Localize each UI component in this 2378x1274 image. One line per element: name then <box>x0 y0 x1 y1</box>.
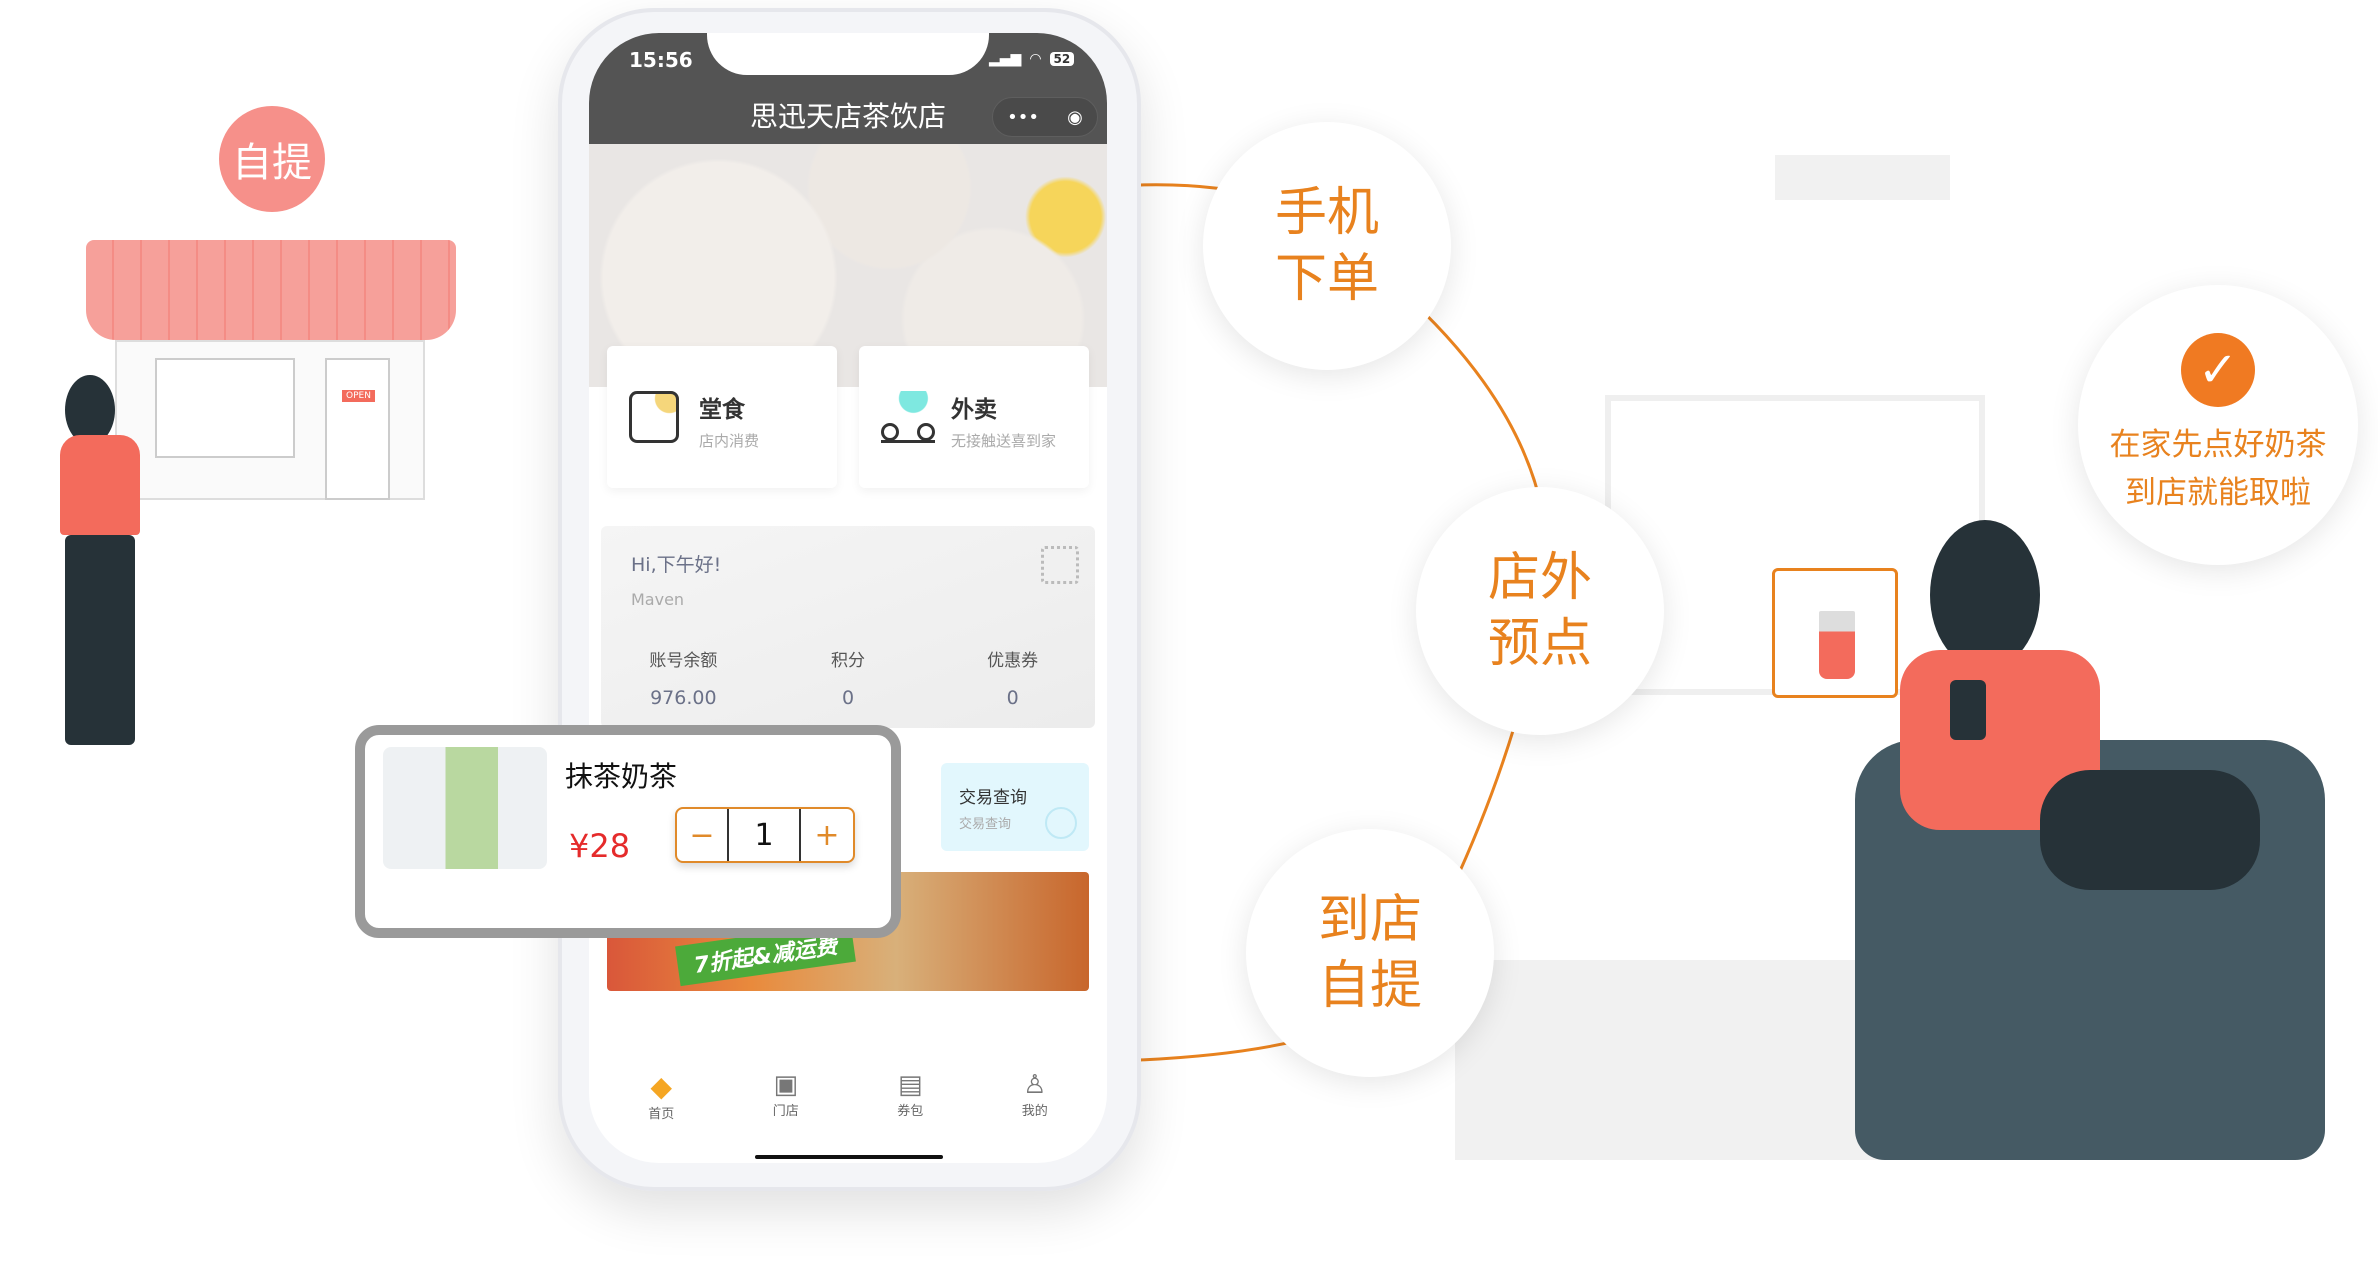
step-label: 到店 自提 <box>1317 890 1422 1016</box>
increment-button[interactable]: + <box>801 809 853 861</box>
step-label: 手机 下单 <box>1274 183 1379 309</box>
stat-label: 账号余额 <box>649 651 718 671</box>
storefront-icon <box>629 391 679 443</box>
ticket-icon: ▤ <box>897 1070 923 1100</box>
stat-value[interactable]: 976.00 <box>601 687 766 709</box>
greeting: Hi,下午好! <box>631 554 722 576</box>
product-card-popup: 抹茶奶茶 ¥28 − 1 + <box>355 725 901 938</box>
phone-screen: 15:56 ▂▄▆ ◠ 52 思迅天店茶饮店 ••• ◉ 堂食 店内消费 外卖 … <box>589 33 1107 1163</box>
tab-profile[interactable]: ♙ 我的 <box>995 1070 1075 1122</box>
milk-tea-callout <box>1772 568 1898 698</box>
notch <box>707 33 989 75</box>
tile-title: 交易查询 <box>959 788 1027 808</box>
tab-label: 我的 <box>1021 1104 1048 1119</box>
order-mode-subtitle: 店内消费 <box>699 432 760 450</box>
callout-text: 在家先点好奶茶 到店就能取啦 <box>2109 427 2327 511</box>
order-mode-delivery[interactable]: 外卖 无接触送喜到家 <box>859 346 1089 488</box>
open-sign: OPEN <box>342 390 375 402</box>
diamond-icon: ◆ <box>650 1070 673 1103</box>
room-wall-block <box>1775 155 1950 200</box>
step-label: 店外 预点 <box>1487 548 1592 674</box>
target-circle-icon[interactable]: ◉ <box>1067 107 1083 128</box>
woman-on-phone-illustration <box>1900 520 2260 940</box>
stat-label: 积分 <box>831 651 865 671</box>
matcha-milk-tea-image[interactable] <box>383 747 547 869</box>
decrement-button[interactable]: − <box>677 809 729 861</box>
tab-label: 门店 <box>772 1104 799 1119</box>
check-circle-icon: ✓ <box>2181 333 2255 407</box>
phone-in-hand <box>1950 680 1986 740</box>
milk-tea-cup-icon <box>1819 611 1855 679</box>
order-mode-title: 外卖 <box>951 397 997 423</box>
stat-label: 优惠券 <box>987 651 1039 671</box>
stat-value[interactable]: 0 <box>930 687 1095 709</box>
tab-bar: ◆ 首页 ▣ 门店 ▤ 券包 ♙ 我的 <box>589 1070 1107 1122</box>
quantity-stepper: − 1 + <box>675 807 855 863</box>
home-indicator[interactable] <box>755 1155 943 1159</box>
status-icons: ▂▄▆ ◠ 52 <box>989 51 1075 67</box>
member-name: Maven <box>631 590 685 609</box>
signal-icon: ▂▄▆ <box>989 51 1022 67</box>
woman-with-bags-illustration <box>55 375 165 755</box>
order-mode-title: 堂食 <box>699 397 745 423</box>
stat-value[interactable]: 0 <box>766 687 931 709</box>
status-time: 15:56 <box>629 48 693 72</box>
capsule-menu: ••• ◉ <box>992 97 1098 137</box>
step-pickup-in-store: 到店 自提 <box>1246 829 1494 1077</box>
callout-bubble: ✓ 在家先点好奶茶 到店就能取啦 <box>2078 285 2358 565</box>
transaction-query-tile[interactable]: 交易查询 交易查询 <box>941 763 1089 851</box>
scooter-icon <box>881 391 935 443</box>
order-mode-dine-in[interactable]: 堂食 店内消费 <box>607 346 837 488</box>
battery-icon: 52 <box>1049 52 1075 66</box>
tile-subtitle: 交易查询 <box>959 817 1012 832</box>
pickup-bubble: 自提 <box>219 106 325 212</box>
wifi-icon: ◠ <box>1029 51 1042 67</box>
product-price: ¥28 <box>569 827 631 865</box>
member-card[interactable]: Hi,下午好! Maven 账号余额 976.00 积分 0 优惠券 0 <box>601 526 1095 728</box>
product-name: 抹茶奶茶 <box>565 760 678 793</box>
tab-coupons[interactable]: ▤ 券包 <box>870 1070 950 1122</box>
tab-store[interactable]: ▣ 门店 <box>746 1070 826 1122</box>
quantity-value[interactable]: 1 <box>729 809 801 861</box>
step-order-on-phone: 手机 下单 <box>1203 122 1451 370</box>
step-preorder-outside: 店外 预点 <box>1416 487 1664 735</box>
mini-program-header: 15:56 ▂▄▆ ◠ 52 思迅天店茶饮店 ••• ◉ <box>589 33 1107 144</box>
user-icon: ♙ <box>1023 1070 1047 1100</box>
qr-code-icon[interactable] <box>1041 546 1079 584</box>
order-mode-subtitle: 无接触送喜到家 <box>951 432 1057 450</box>
tab-label: 首页 <box>648 1107 675 1122</box>
tab-label: 券包 <box>897 1104 924 1119</box>
tab-home[interactable]: ◆ 首页 <box>621 1070 701 1122</box>
pickup-label: 自提 <box>232 140 312 186</box>
more-dots-icon[interactable]: ••• <box>1007 107 1039 128</box>
store-icon: ▣ <box>773 1070 799 1100</box>
search-icon <box>1045 807 1077 839</box>
